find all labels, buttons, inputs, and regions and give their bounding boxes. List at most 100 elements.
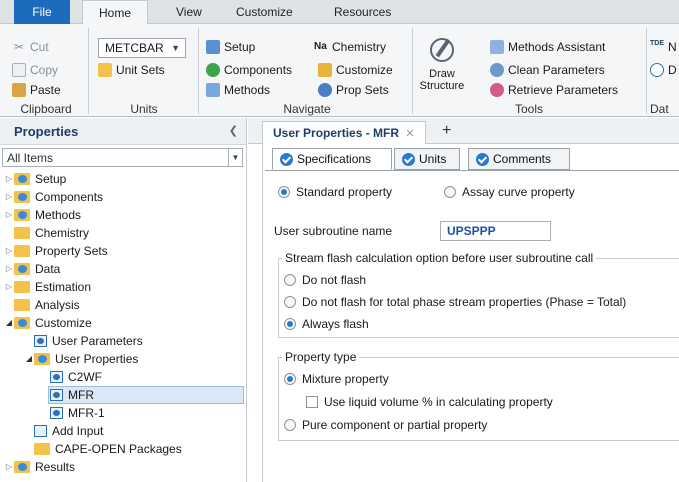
unit-sets-button[interactable]: Unit Sets [98, 61, 165, 79]
database-icon [650, 63, 664, 77]
units-group-label: Units [130, 102, 158, 116]
add-tab-icon[interactable]: + [442, 122, 451, 140]
expand-arrow-icon[interactable]: ▷ [4, 278, 14, 296]
tree-item-label: Analysis [35, 298, 80, 312]
folder-icon [34, 353, 50, 365]
tree-item-label: MFR-1 [68, 406, 105, 420]
retrieve-parameters-button[interactable]: Retrieve Parameters [490, 81, 618, 99]
clean-parameters-icon [490, 63, 504, 77]
standard-property-radio[interactable]: Standard property [278, 184, 392, 200]
collapse-pane-icon[interactable]: ❮ [229, 124, 238, 137]
tree-item-c2wf[interactable]: C2WF [50, 368, 102, 386]
tab-comments[interactable]: Comments [468, 148, 570, 170]
tree-item-label: Property Sets [35, 244, 108, 258]
tab-view[interactable]: View [176, 0, 202, 24]
expand-arrow-icon[interactable]: ▷ [4, 458, 14, 476]
pane-title: Properties [14, 124, 79, 139]
liquid-volume-checkbox[interactable]: Use liquid volume % in calculating prope… [306, 394, 553, 410]
nist-label: N [668, 40, 677, 54]
pure-component-radio[interactable]: Pure component or partial property [284, 417, 487, 433]
methods-label: Methods [224, 83, 271, 97]
tree-item-chemistry[interactable]: Chemistry [14, 224, 89, 242]
tab-units[interactable]: Units [394, 148, 460, 170]
do-not-flash-total-radio[interactable]: Do not flash for total phase stream prop… [284, 294, 626, 310]
tree-item-components[interactable]: ▷ Components [4, 188, 103, 206]
subroutine-name-field[interactable]: UPSPPP [440, 221, 551, 241]
ribbon-tabbar: File Home View Customize Resources [0, 0, 679, 25]
tab-specifications[interactable]: Specifications [272, 148, 392, 170]
cut-button[interactable]: ✂ Cut [12, 38, 49, 56]
expand-arrow-icon[interactable]: ▷ [4, 206, 14, 224]
customize-button[interactable]: Customize [318, 61, 393, 79]
chemistry-button[interactable]: Na Chemistry [314, 38, 386, 56]
tree-item-label: User Parameters [52, 334, 143, 348]
expand-arrow-icon[interactable]: ▷ [4, 260, 14, 278]
close-icon[interactable]: ✕ [405, 128, 414, 140]
tab-customize[interactable]: Customize [236, 0, 293, 24]
do-not-flash-radio[interactable]: Do not flash [284, 272, 366, 288]
data-group-label: Dat [650, 102, 669, 116]
folder-icon [14, 263, 30, 275]
tree-item-mfr-1[interactable]: MFR-1 [50, 404, 105, 422]
document-tab[interactable]: User Properties - MFR ✕ [262, 121, 426, 144]
flash-option-legend: Stream flash calculation option before u… [282, 251, 597, 265]
folder-icon [14, 227, 30, 239]
tree-item-mfr[interactable]: MFR [48, 386, 244, 404]
tree-item-user-properties[interactable]: ◢ User Properties [24, 350, 138, 368]
collapse-arrow-icon[interactable]: ◢ [24, 350, 34, 368]
prop-sets-button[interactable]: Prop Sets [318, 81, 389, 99]
collapse-arrow-icon[interactable]: ◢ [4, 314, 14, 332]
filter-value: All Items [7, 151, 54, 165]
data-label: D [668, 63, 677, 77]
group-separator [198, 28, 199, 114]
tree-item-property-sets[interactable]: ▷ Property Sets [4, 242, 108, 260]
paste-button[interactable]: Paste [12, 81, 61, 99]
folder-icon [14, 461, 30, 473]
tab-file[interactable]: File [14, 0, 70, 24]
tree-item-label: Results [35, 460, 76, 474]
expand-arrow-icon[interactable]: ▷ [4, 188, 14, 206]
draw-structure-button[interactable]: Draw Structure [416, 34, 468, 100]
tree-item-methods[interactable]: ▷ Methods [4, 206, 81, 224]
tree-item-analysis[interactable]: Analysis [14, 296, 80, 314]
methods-assistant-button[interactable]: Methods Assistant [490, 38, 605, 56]
assay-curve-property-radio[interactable]: Assay curve property [444, 184, 575, 200]
clipboard-group-label: Clipboard [20, 102, 72, 116]
tree-item-label: Data [35, 262, 61, 276]
tab-home[interactable]: Home [82, 0, 148, 25]
tree-item-data[interactable]: ▷ Data [4, 260, 60, 278]
mixture-property-radio[interactable]: Mixture property [284, 371, 389, 387]
expand-arrow-icon[interactable]: ▷ [4, 242, 14, 260]
components-button[interactable]: Components [206, 61, 292, 79]
draw-structure-label-2: Structure [419, 80, 465, 92]
data-button[interactable]: D [650, 61, 677, 79]
tree-item-cape-open-packages[interactable]: CAPE-OPEN Packages [34, 440, 182, 458]
setup-button[interactable]: Setup [206, 38, 255, 56]
methods-button[interactable]: Methods [206, 81, 270, 99]
chevron-down-icon: ▼ [171, 43, 180, 53]
unit-set-combo[interactable]: METCBAR ▼ [98, 38, 186, 58]
navigation-pane-header: Properties ❮ [0, 118, 246, 145]
status-check-icon [402, 153, 415, 166]
clean-parameters-button[interactable]: Clean Parameters [490, 61, 605, 79]
tree-item-label: Estimation [35, 280, 92, 294]
scissors-icon: ✂ [13, 40, 25, 54]
always-flash-radio[interactable]: Always flash [284, 316, 369, 332]
copy-button[interactable]: Copy [12, 61, 58, 79]
tab-resources[interactable]: Resources [334, 0, 391, 24]
tree-item-setup[interactable]: ▷ Setup [4, 170, 66, 188]
tree-item-customize[interactable]: ◢ Customize [4, 314, 92, 332]
radio-label: Always flash [302, 317, 369, 331]
status-check-icon [476, 153, 489, 166]
ribbon: ✂ Cut Copy Paste Clipboard METCBAR ▼ Uni… [0, 24, 679, 117]
tree-item-label: MFR [68, 388, 94, 402]
tree-item-estimation[interactable]: ▷ Estimation [4, 278, 91, 296]
components-label: Components [224, 63, 293, 77]
folder-icon [14, 209, 30, 221]
nist-button[interactable]: TDE N [650, 38, 677, 56]
filter-dropdown[interactable]: All Items ▼ [2, 148, 243, 167]
tree-item-results[interactable]: ▷ Results [4, 458, 75, 476]
tree-item-user-parameters[interactable]: User Parameters [34, 332, 143, 350]
tree-item-add-input[interactable]: Add Input [34, 422, 103, 440]
expand-arrow-icon[interactable]: ▷ [4, 170, 14, 188]
